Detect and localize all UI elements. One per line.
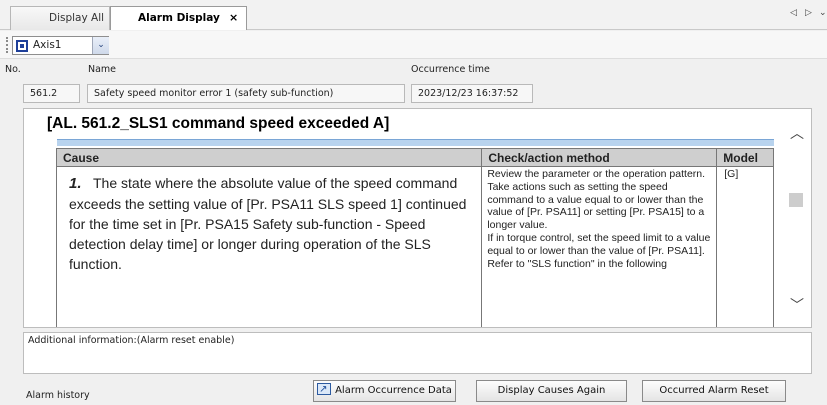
cause-table: Cause Check/action method Model 1. The st… — [55, 148, 774, 327]
close-icon[interactable]: × — [229, 7, 238, 29]
tab-strip: Display All Alarm Display × ◁ ▷ ⌄ — [0, 0, 827, 30]
tab-display-all-label: Display All — [49, 12, 105, 24]
open-window-icon — [317, 380, 332, 400]
no-label: No. — [5, 64, 21, 75]
occurred-alarm-reset-button[interactable]: Occurred Alarm Reset — [642, 380, 786, 402]
scroll-up-icon[interactable]: ︿ — [790, 123, 804, 143]
tab-prev-icon[interactable]: ◁ — [790, 8, 797, 18]
tab-display-all[interactable]: Display All — [10, 6, 110, 30]
tab-menu-icon[interactable]: ⌄ — [819, 8, 827, 18]
alarm-no-field: 561.2 — [23, 84, 80, 103]
cause-text: The state where the absolute value of th… — [69, 175, 467, 272]
additional-information-box: Additional information:(Alarm reset enab… — [23, 332, 812, 374]
check-line: Refer to "SLS function" in the following — [487, 257, 667, 270]
cause-cell: 1. The state where the absolute value of … — [55, 166, 483, 327]
alarm-history-label: Alarm history — [26, 390, 90, 401]
check-line: Review the parameter or the operation pa… — [487, 168, 706, 180]
alarm-occurrence-data-button[interactable]: Alarm Occurrence Data — [313, 380, 456, 402]
dropdown-arrow-icon[interactable]: ⌄ — [92, 37, 109, 54]
display-causes-again-label: Display Causes Again — [497, 385, 606, 396]
table-row: 1. The state where the absolute value of … — [55, 166, 774, 327]
alarm-name-field: Safety speed monitor error 1 (safety sub… — [87, 84, 405, 103]
detail-scrollbar[interactable]: ︿ ﹀ — [781, 109, 811, 327]
tab-alarm-display[interactable]: Alarm Display × — [110, 6, 247, 30]
alarm-occurrence-data-label: Alarm Occurrence Data — [335, 385, 452, 396]
tab-next-icon[interactable]: ▷ — [805, 8, 812, 18]
occurred-alarm-reset-label: Occurred Alarm Reset — [659, 385, 769, 396]
title-rule — [57, 139, 774, 146]
column-header-model: Model — [716, 148, 774, 167]
occurrence-time-field: 2023/12/23 16:37:52 — [411, 84, 533, 103]
occurrence-time-label: Occurrence time — [411, 64, 490, 75]
axis-select[interactable]: Axis1 ⌄ — [12, 36, 109, 55]
check-line: If in torque control, set the speed limi… — [487, 231, 711, 257]
display-causes-again-button[interactable]: Display Causes Again — [476, 380, 627, 402]
scroll-down-icon[interactable]: ﹀ — [790, 295, 804, 315]
toolbar-grip[interactable] — [6, 37, 8, 53]
name-label: Name — [88, 64, 117, 75]
toolbar: Axis1 ⌄ — [0, 31, 827, 59]
model-cell: [G] — [716, 166, 774, 327]
scroll-thumb[interactable] — [789, 193, 803, 207]
additional-information-text: Additional information:(Alarm reset enab… — [28, 335, 235, 346]
axis-icon — [16, 40, 28, 52]
column-header-cause: Cause — [55, 148, 483, 167]
alarm-detail-panel: [AL. 561.2_SLS1 command speed exceeded A… — [23, 108, 812, 328]
column-header-check: Check/action method — [481, 148, 718, 167]
tab-alarm-display-label: Alarm Display — [138, 12, 220, 24]
alarm-detail-title: [AL. 561.2_SLS1 command speed exceeded A… — [47, 115, 390, 132]
axis-select-value: Axis1 — [33, 39, 62, 51]
cause-number: 1. — [69, 175, 82, 192]
check-action-cell: Review the parameter or the operation pa… — [481, 166, 718, 327]
check-line: Take actions such as setting the speed c… — [487, 180, 705, 232]
